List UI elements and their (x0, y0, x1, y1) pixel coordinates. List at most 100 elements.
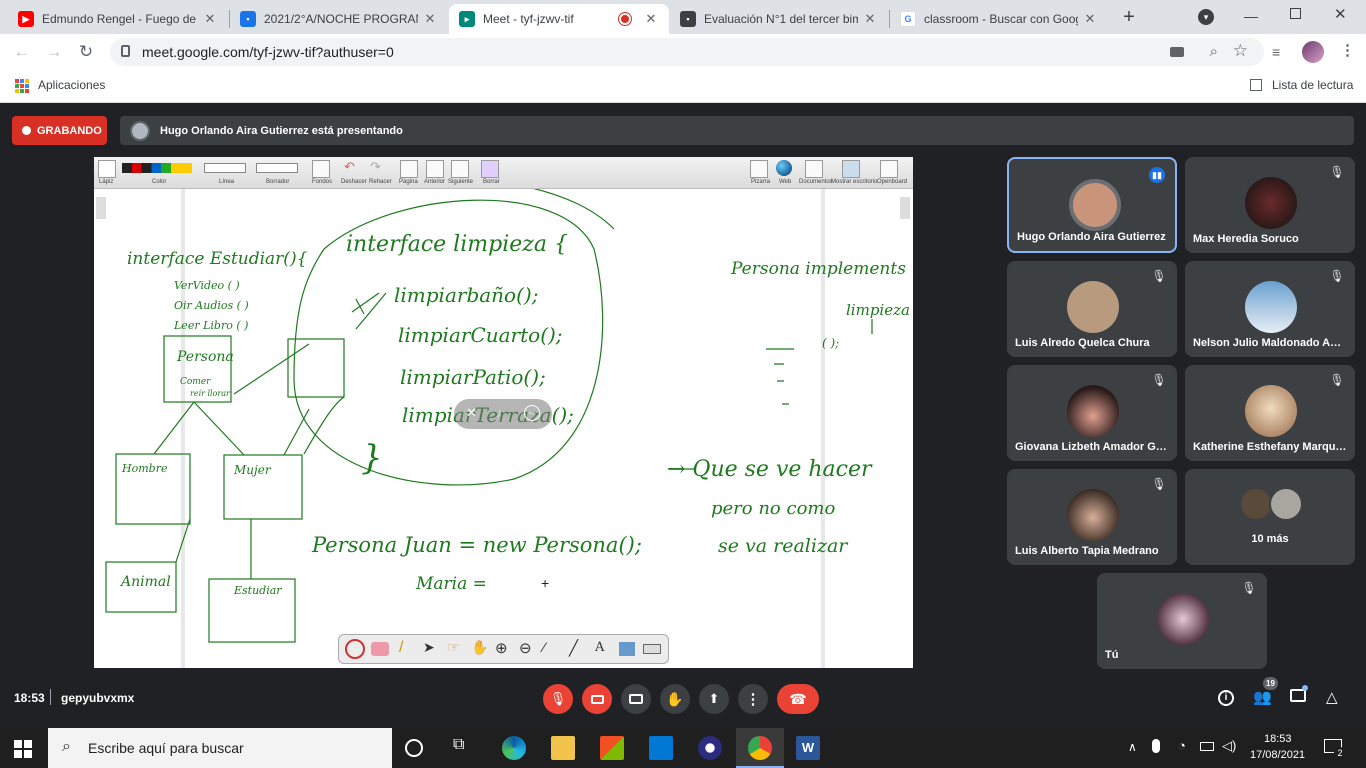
volume-icon[interactable]: ◁) (1222, 738, 1236, 754)
camera-toggle-button[interactable] (582, 684, 612, 714)
participants-icon[interactable]: 👥 (1253, 688, 1272, 706)
clock-date[interactable]: 17/08/2021 (1250, 749, 1305, 761)
cortana-icon[interactable] (405, 739, 423, 757)
menu-icon[interactable]: ⋮ (1340, 41, 1355, 59)
show-hidden-icons[interactable]: ∧ (1128, 740, 1137, 754)
activities-icon[interactable]: △ (1326, 688, 1338, 706)
hand-point-icon: ☞ (447, 639, 460, 655)
participant-tile[interactable]: ▮▮ Hugo Orlando Aira Gutierrez (1007, 157, 1177, 253)
eraser-icon (371, 642, 389, 656)
laser-icon: ⁄ (543, 639, 546, 655)
captions-icon (629, 694, 643, 704)
windows-start-icon[interactable] (14, 740, 32, 758)
chrome-taskbar-button[interactable] (736, 728, 784, 768)
mail-icon[interactable] (649, 736, 673, 760)
close-tab-icon[interactable]: ✕ (422, 11, 438, 27)
participant-tile[interactable]: 🎙︎ Luis Alberto Tapia Medrano (1007, 469, 1177, 565)
profile-avatar[interactable] (1302, 41, 1324, 63)
store-icon[interactable] (600, 736, 624, 760)
openboard-icon (880, 160, 898, 178)
eclipse-icon[interactable] (698, 736, 722, 760)
mic-toggle-button[interactable]: 🎙︎ (543, 684, 573, 714)
remove-icon[interactable]: − (524, 405, 540, 421)
restore-icon[interactable] (1290, 8, 1301, 19)
file-explorer-icon[interactable] (551, 736, 575, 760)
forward-icon[interactable]: → (44, 42, 64, 62)
tab-classroom-program[interactable]: ▪ 2021/2°A/NOCHE PROGRAM ✕ (230, 4, 448, 34)
board-text-close-brace: } (361, 438, 383, 478)
minimize-icon[interactable]: — (1244, 8, 1258, 24)
more-vert-icon: ⋮ (745, 691, 761, 708)
task-view-icon[interactable]: ⧉ (453, 736, 477, 760)
edge-icon[interactable] (502, 736, 526, 760)
tool-label: Color (152, 179, 167, 185)
board-text-limpiar-patio: limpiarPatio(); (400, 365, 546, 389)
tool-label: Fondos (312, 179, 333, 185)
participant-tile[interactable]: 🎙︎ Nelson Julio Maldonado Am... (1185, 261, 1355, 357)
board-text-hombre: Hombre (121, 462, 168, 475)
tab-meet[interactable]: ▸ Meet - tyf-jzwv-tif ✕ (449, 4, 669, 34)
undo-icon: ↶ (344, 159, 355, 174)
recording-indicator-icon (619, 13, 631, 25)
mic-off-icon: 🎙︎ (1329, 165, 1345, 179)
wifi-icon[interactable]: ◔ (1178, 738, 1186, 753)
tab-youtube[interactable]: ▶ Edmundo Rengel - Fuego de ✕ (8, 4, 228, 34)
chrome-icon (748, 736, 772, 760)
crosshair-cursor-icon: + (541, 575, 549, 591)
tab-title: classroom - Buscar con Goog (924, 12, 1078, 26)
tool-label: Anterior (424, 179, 446, 185)
raise-hand-button[interactable]: ✋ (660, 684, 690, 714)
more-participants-tile[interactable]: 10 más (1185, 469, 1355, 565)
search-placeholder: Escribe aquí para buscar (88, 740, 244, 756)
record-dot-icon (22, 126, 31, 135)
address-bar[interactable]: meet.google.com/tyf-jzwv-tif?authuser=0 … (110, 38, 1264, 66)
close-tab-icon[interactable]: ✕ (643, 11, 659, 27)
board-text-persona-implements: Persona implements (730, 259, 906, 279)
participant-tile[interactable]: 🎙︎ Katherine Esthefany Marque... (1185, 365, 1355, 461)
reload-icon[interactable]: ↻ (76, 42, 96, 62)
mic-off-icon: 🎙︎ (549, 691, 567, 706)
classroom-icon: ▪ (240, 11, 256, 27)
camera-icon[interactable] (1170, 47, 1184, 57)
self-name: Tú (1105, 649, 1119, 661)
tab-google-search[interactable]: G classroom - Buscar con Goog ✕ (890, 4, 1108, 34)
show-desktop-icon (842, 160, 860, 178)
apps-grid-icon[interactable] (15, 79, 29, 93)
close-window-icon[interactable]: ✕ (1334, 5, 1347, 23)
mic-off-icon: 🎙︎ (1151, 477, 1167, 491)
back-icon[interactable]: ← (12, 42, 32, 62)
left-panel-handle (96, 197, 106, 219)
clock-time[interactable]: 18:53 (1264, 733, 1292, 745)
media-control-icon[interactable]: ≡ (1272, 44, 1280, 60)
participant-tile[interactable]: 🎙︎ Giovana Lizbeth Amador Ga... (1007, 365, 1177, 461)
captions-button[interactable] (621, 684, 651, 714)
close-tab-icon[interactable]: ✕ (202, 11, 218, 27)
participant-tile[interactable]: 🎙︎ Luis Alredo Quelca Chura (1007, 261, 1177, 357)
windows-taskbar: ⌕ Escribe aquí para buscar ⧉ W ∧ ◔ ◁) 18… (0, 728, 1366, 768)
url-text[interactable]: meet.google.com/tyf-jzwv-tif?authuser=0 (142, 44, 394, 60)
backgrounds-icon (312, 160, 330, 178)
new-tab-icon[interactable]: + (1118, 6, 1140, 28)
divider (50, 689, 51, 705)
zoom-icon[interactable]: ⌕ (1210, 43, 1218, 60)
taskbar-search-box[interactable]: ⌕ Escribe aquí para buscar (48, 728, 392, 768)
self-tile[interactable]: 🎙︎ Tú (1097, 573, 1267, 669)
word-icon[interactable]: W (796, 736, 820, 760)
mute-off-icon[interactable]: ♪ (496, 405, 503, 420)
apps-link[interactable]: Aplicaciones (38, 78, 105, 92)
info-icon[interactable]: i (1218, 690, 1234, 706)
more-options-button[interactable]: ⋮ (738, 684, 768, 714)
tool-label: Página (399, 179, 418, 185)
mic-off-icon: 🎙︎ (1329, 269, 1345, 283)
tab-evaluacion[interactable]: ▪ Evaluación N°1 del tercer bim ✕ (670, 4, 888, 34)
battery-icon[interactable] (1200, 742, 1214, 751)
present-button[interactable]: ⬆ (699, 684, 729, 714)
participant-tile[interactable]: 🎙︎ Max Heredia Soruco (1185, 157, 1355, 253)
leave-call-button[interactable]: ☎ (777, 684, 819, 714)
close-tab-icon[interactable]: ✕ (862, 11, 878, 27)
close-tab-icon[interactable]: ✕ (1082, 11, 1098, 27)
pin-off-icon[interactable]: ✕ (466, 405, 477, 421)
bookmark-star-icon[interactable]: ☆ (1233, 41, 1248, 61)
tab-search-icon[interactable]: ▾ (1198, 9, 1214, 25)
reading-list-link[interactable]: Lista de lectura (1272, 78, 1353, 92)
